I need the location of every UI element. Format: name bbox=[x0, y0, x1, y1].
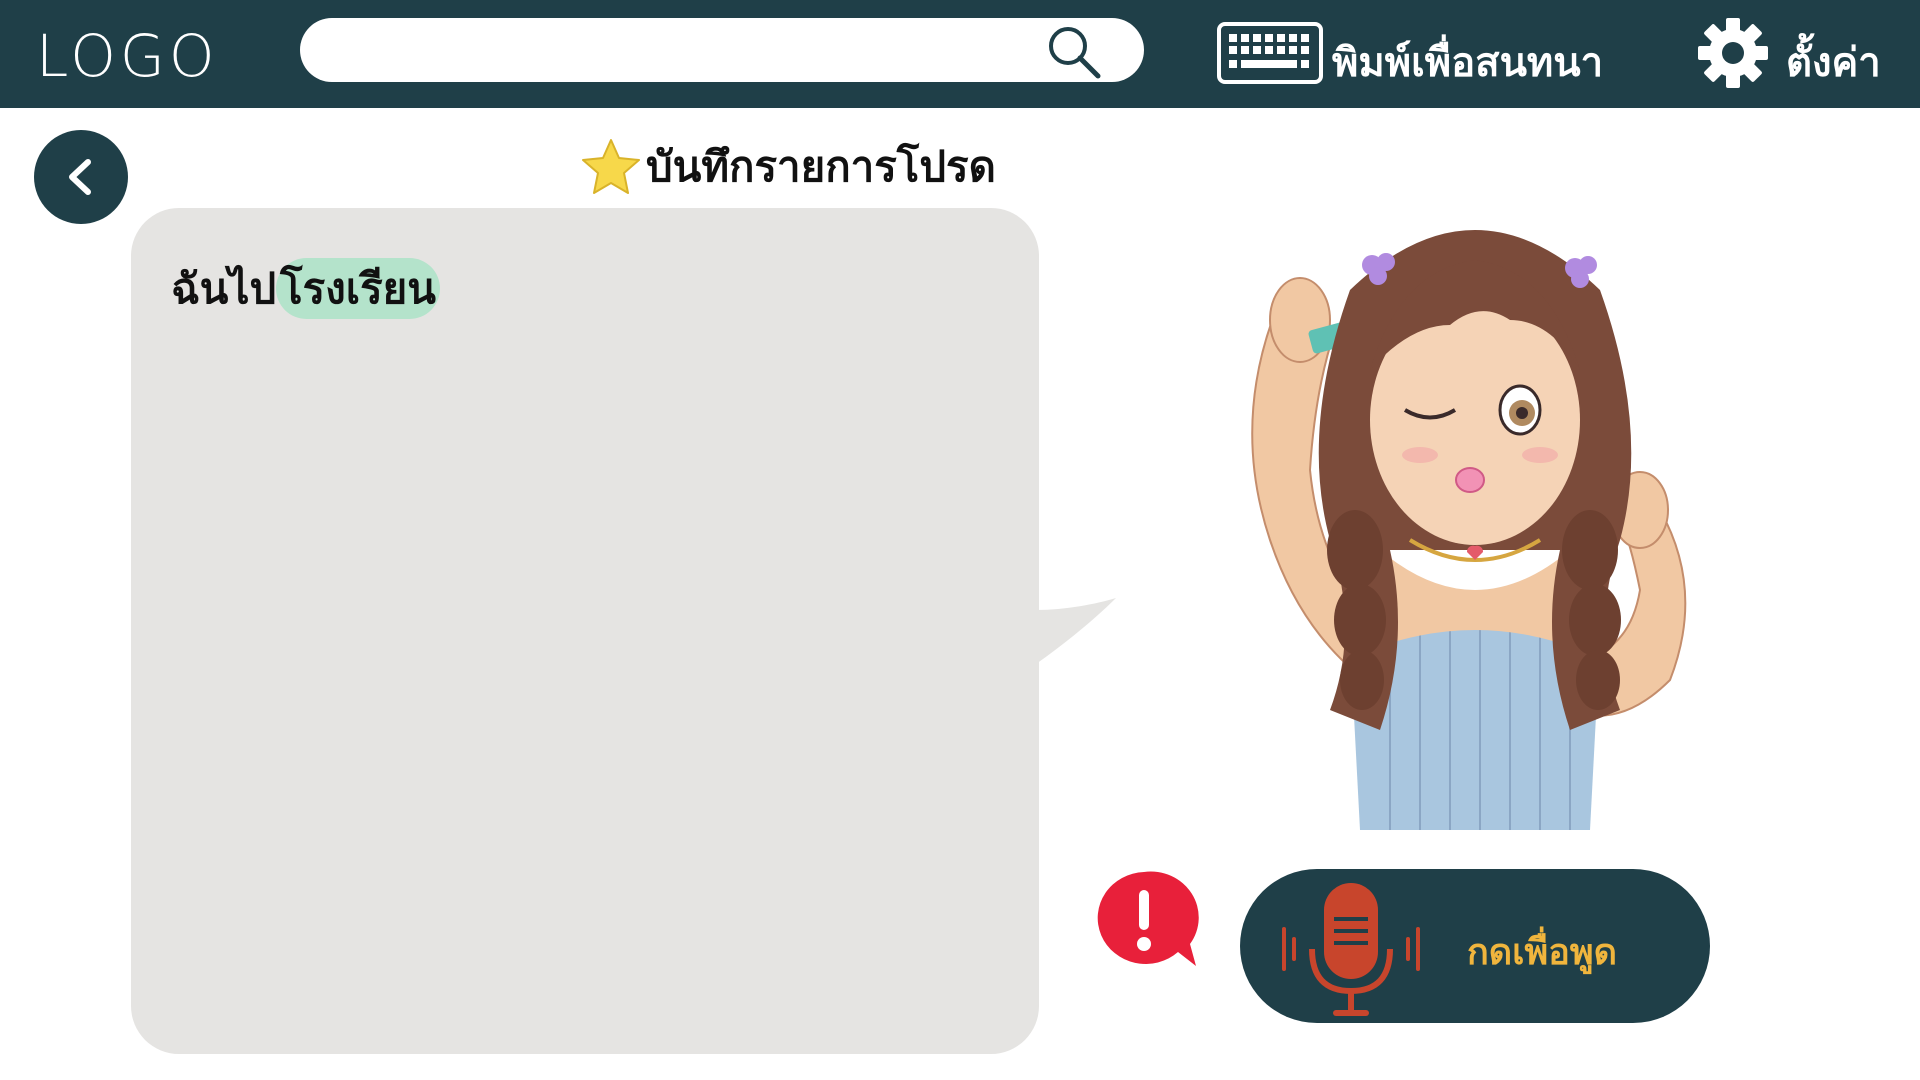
page-title: บันทึกรายการโปรด bbox=[580, 136, 996, 198]
logo: LOGO bbox=[36, 22, 219, 90]
search-icon[interactable] bbox=[1046, 24, 1102, 80]
talk-label: กดเพื่อพูด bbox=[1467, 932, 1617, 973]
highlighted-word[interactable]: โรงเรียน bbox=[276, 258, 440, 319]
star-icon[interactable] bbox=[580, 137, 642, 197]
sentence-prefix: ฉันไป bbox=[171, 264, 277, 313]
search-input[interactable] bbox=[330, 28, 1054, 74]
back-button[interactable] bbox=[34, 130, 128, 224]
alert-icon[interactable] bbox=[1088, 866, 1200, 978]
character-illustration bbox=[1251, 230, 1687, 830]
keyboard-icon[interactable] bbox=[1217, 22, 1323, 84]
search-bar[interactable] bbox=[300, 18, 1144, 82]
chevron-left-icon bbox=[69, 159, 91, 195]
speech-bubble: ฉันไปโรงเรียน bbox=[131, 208, 1039, 1054]
top-bar: LOGO พิมพ์เพื่อสนทนา ตั้งค่า bbox=[0, 0, 1920, 108]
settings-label[interactable]: ตั้งค่า bbox=[1786, 30, 1881, 94]
talk-button[interactable]: กดเพื่อพูด bbox=[1240, 869, 1710, 1023]
gear-icon[interactable] bbox=[1696, 16, 1770, 90]
sentence-text: ฉันไปโรงเรียน bbox=[171, 256, 440, 322]
page-title-text: บันทึกรายการโปรด bbox=[646, 142, 996, 191]
chat-label[interactable]: พิมพ์เพื่อสนทนา bbox=[1332, 30, 1603, 94]
microphone-icon bbox=[1282, 883, 1420, 1016]
bubble-tail bbox=[1036, 598, 1116, 664]
